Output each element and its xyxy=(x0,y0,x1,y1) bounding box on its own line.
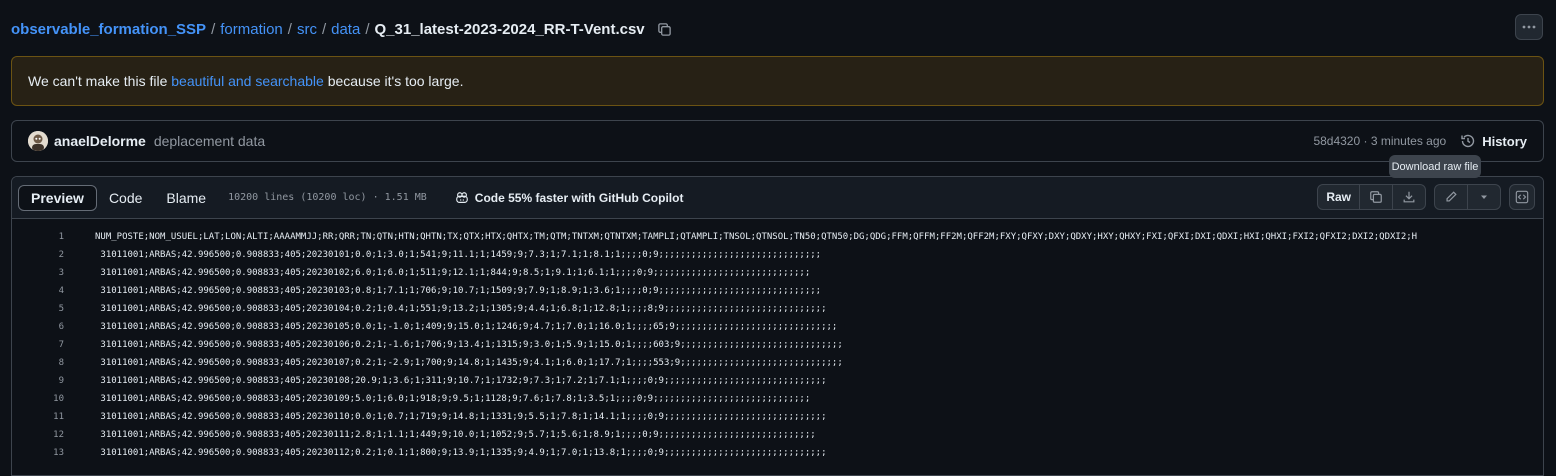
line-number[interactable]: 10 xyxy=(12,394,64,404)
line-number[interactable]: 4 xyxy=(12,286,64,296)
code-line: 9 31011001;ARBAS;42.996500;0.908833;405;… xyxy=(12,372,1543,390)
breadcrumb-formation-link[interactable]: formation xyxy=(220,21,283,38)
commit-message-link[interactable]: deplacement data xyxy=(154,133,265,149)
tab-code[interactable]: Code xyxy=(97,185,154,211)
line-text: 31011001;ARBAS;42.996500;0.908833;405;20… xyxy=(95,376,827,386)
tab-blame[interactable]: Blame xyxy=(154,185,218,211)
copilot-promo-link[interactable]: Code 55% faster with GitHub Copilot xyxy=(455,190,684,205)
beautiful-searchable-link[interactable]: beautiful and searchable xyxy=(171,73,324,89)
copy-raw-button[interactable] xyxy=(1359,185,1392,209)
triangle-down-icon xyxy=(1481,195,1487,199)
edit-dropdown-button[interactable] xyxy=(1467,185,1500,209)
edit-actions-group xyxy=(1434,184,1501,210)
symbols-panel-button[interactable] xyxy=(1509,184,1535,210)
edit-file-button[interactable] xyxy=(1435,185,1467,209)
line-text: 31011001;ARBAS;42.996500;0.908833;405;20… xyxy=(95,448,827,458)
tab-preview[interactable]: Preview xyxy=(18,184,97,211)
code-line: 1 NUM_POSTE;NOM_USUEL;LAT;LON;ALTI;AAAAMM… xyxy=(12,228,1543,246)
code-line: 7 31011001;ARBAS;42.996500;0.908833;405;… xyxy=(12,336,1543,354)
copy-icon xyxy=(1370,191,1382,203)
breadcrumb-file-name: Q_31_latest-2023-2024_RR-T-Vent.csv xyxy=(374,20,645,38)
line-number[interactable]: 2 xyxy=(12,250,64,260)
line-number[interactable]: 13 xyxy=(12,448,64,458)
code-line: 5 31011001;ARBAS;42.996500;0.908833;405;… xyxy=(12,300,1543,318)
line-text: 31011001;ARBAS;42.996500;0.908833;405;20… xyxy=(95,394,811,404)
line-text: 31011001;ARBAS;42.996500;0.908833;405;20… xyxy=(95,430,816,440)
code-line: 6 31011001;ARBAS;42.996500;0.908833;405;… xyxy=(12,318,1543,336)
code-square-icon xyxy=(1515,190,1529,204)
file-actions: Raw xyxy=(1309,184,1535,210)
line-text: 31011001;ARBAS;42.996500;0.908833;405;20… xyxy=(95,286,822,296)
code-line: 13 31011001;ARBAS;42.996500;0.908833;405… xyxy=(12,444,1543,462)
line-text: 31011001;ARBAS;42.996500;0.908833;405;20… xyxy=(95,268,811,278)
file-viewer: Preview Code Blame 10200 lines (10200 lo… xyxy=(11,176,1544,476)
line-number[interactable]: 8 xyxy=(12,358,64,368)
avatar[interactable] xyxy=(28,131,48,151)
code-line: 8 31011001;ARBAS;42.996500;0.908833;405;… xyxy=(12,354,1543,372)
code-line: 11 31011001;ARBAS;42.996500;0.908833;405… xyxy=(12,408,1543,426)
raw-button[interactable]: Raw xyxy=(1318,185,1359,209)
breadcrumb-separator: / xyxy=(287,20,292,38)
history-icon xyxy=(1461,134,1475,148)
line-number[interactable]: 11 xyxy=(12,412,64,422)
breadcrumb-separator: / xyxy=(321,20,327,38)
raw-actions-group: Raw xyxy=(1317,184,1426,210)
commit-sha-time[interactable]: 58d4320 · 3 minutes ago xyxy=(1313,134,1446,148)
line-text: 31011001;ARBAS;42.996500;0.908833;405;20… xyxy=(95,412,827,422)
breadcrumb: observable_formation_SSP / formation / s… xyxy=(11,19,672,39)
file-header: Preview Code Blame 10200 lines (10200 lo… xyxy=(12,177,1543,219)
line-number[interactable]: 5 xyxy=(12,304,64,314)
line-text: 31011001;ARBAS;42.996500;0.908833;405;20… xyxy=(95,358,843,368)
file-too-large-warning: We can't make this file beautiful and se… xyxy=(11,56,1544,106)
line-number[interactable]: 9 xyxy=(12,376,64,386)
breadcrumb-data-link[interactable]: data xyxy=(331,21,360,38)
history-label: History xyxy=(1482,133,1527,149)
warning-text-before: We can't make this file xyxy=(28,73,172,89)
commit-author-link[interactable]: anaelDelorme xyxy=(54,133,146,149)
file-stats: 10200 lines (10200 loc) · 1.51 MB xyxy=(228,192,427,203)
line-text: 31011001;ARBAS;42.996500;0.908833;405;20… xyxy=(95,340,843,350)
code-line: 4 31011001;ARBAS;42.996500;0.908833;405;… xyxy=(12,282,1543,300)
copilot-icon xyxy=(455,191,468,203)
breadcrumb-repo-link[interactable]: observable_formation_SSP xyxy=(11,21,206,38)
line-number[interactable]: 6 xyxy=(12,322,64,332)
download-icon xyxy=(1403,191,1415,203)
line-number[interactable]: 1 xyxy=(12,232,64,242)
code-view: 1 NUM_POSTE;NOM_USUEL;LAT;LON;ALTI;AAAAMM… xyxy=(12,219,1543,462)
line-number[interactable]: 12 xyxy=(12,430,64,440)
more-options-button[interactable] xyxy=(1515,14,1543,40)
breadcrumb-src-link[interactable]: src xyxy=(297,21,317,38)
line-text: 31011001;ARBAS;42.996500;0.908833;405;20… xyxy=(95,250,822,260)
copilot-label: Code 55% faster with GitHub Copilot xyxy=(474,190,684,205)
download-raw-tooltip: Download raw file xyxy=(1389,155,1481,178)
history-button[interactable]: History xyxy=(1460,133,1527,149)
line-text: NUM_POSTE;NOM_USUEL;LAT;LON;ALTI;AAAAMMJ… xyxy=(95,232,1418,242)
warning-text-after: because it's too large. xyxy=(323,73,464,89)
code-line: 10 31011001;ARBAS;42.996500;0.908833;405… xyxy=(12,390,1543,408)
view-mode-tabs: Preview Code Blame xyxy=(18,184,218,212)
line-number[interactable]: 7 xyxy=(12,340,64,350)
copy-path-icon[interactable] xyxy=(657,22,672,37)
line-text: 31011001;ARBAS;42.996500;0.908833;405;20… xyxy=(95,304,827,314)
latest-commit-bar: anaelDelorme deplacement data 58d4320 · … xyxy=(11,120,1544,162)
download-raw-button[interactable] xyxy=(1392,185,1425,209)
code-line: 2 31011001;ARBAS;42.996500;0.908833;405;… xyxy=(12,246,1543,264)
code-line: 12 31011001;ARBAS;42.996500;0.908833;405… xyxy=(12,426,1543,444)
code-line: 3 31011001;ARBAS;42.996500;0.908833;405;… xyxy=(12,264,1543,282)
pencil-icon xyxy=(1446,191,1457,202)
commit-right: 58d4320 · 3 minutes ago History xyxy=(1313,133,1527,149)
line-number[interactable]: 3 xyxy=(12,268,64,278)
kebab-horizontal-icon xyxy=(1522,25,1536,29)
line-text: 31011001;ARBAS;42.996500;0.908833;405;20… xyxy=(95,322,838,332)
breadcrumb-separator: / xyxy=(365,20,370,38)
breadcrumb-separator: / xyxy=(211,20,216,38)
